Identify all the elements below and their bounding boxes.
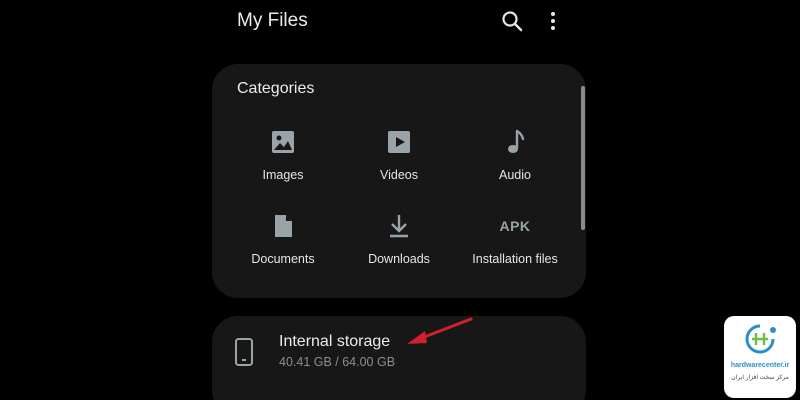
category-label: Downloads	[368, 252, 430, 266]
watermark-tagline: مرکز سخت افزار ایران	[731, 375, 789, 381]
phone-icon	[235, 338, 253, 366]
category-label: Documents	[251, 252, 315, 266]
app-title: My Files	[237, 10, 308, 31]
music-note-icon	[508, 129, 525, 153]
download-icon	[390, 215, 408, 238]
image-icon	[272, 131, 294, 153]
storage-title[interactable]: Internal storage	[279, 333, 390, 351]
storage-card[interactable]	[212, 316, 586, 400]
search-icon[interactable]	[500, 9, 524, 33]
category-label: Installation files	[472, 252, 558, 266]
category-images[interactable]: Images	[223, 128, 343, 182]
category-label: Images	[262, 168, 304, 182]
apk-icon: APK	[499, 218, 531, 234]
document-icon	[275, 215, 292, 237]
video-icon	[388, 131, 410, 153]
category-downloads[interactable]: Downloads	[339, 212, 459, 266]
category-label: Videos	[380, 168, 418, 182]
watermark-site: hardwarecenter.ir	[730, 362, 790, 369]
scrollbar[interactable]	[581, 86, 585, 230]
category-documents[interactable]: Documents	[223, 212, 343, 266]
category-audio[interactable]: Audio	[455, 128, 575, 182]
categories-title: Categories	[237, 80, 315, 97]
hardwarecenter-logo-icon	[745, 324, 776, 354]
red-arrow-icon	[407, 317, 473, 344]
watermark: hardwarecenter.ir مرکز سخت افزار ایران	[724, 316, 796, 398]
category-videos[interactable]: Videos	[339, 128, 459, 182]
more-vertical-icon[interactable]	[543, 9, 563, 33]
category-installation-files[interactable]: APK Installation files	[455, 212, 575, 266]
storage-usage: 40.41 GB / 64.00 GB	[279, 355, 396, 369]
category-label: Audio	[499, 168, 531, 182]
